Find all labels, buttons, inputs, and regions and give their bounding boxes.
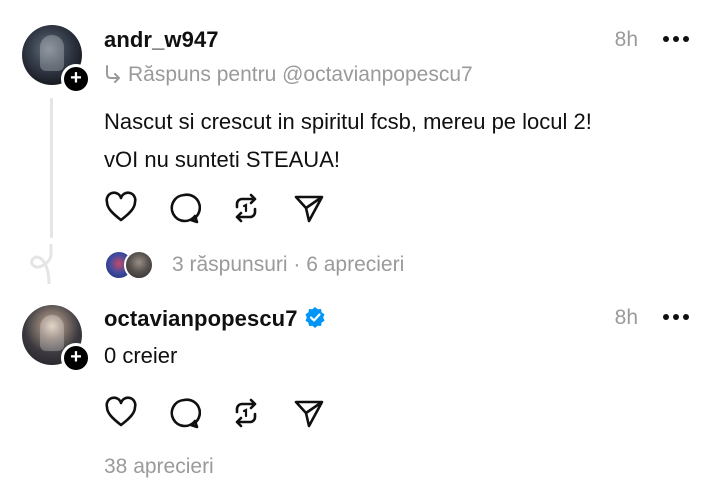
username[interactable]: andr_w947: [104, 27, 219, 53]
share-icon[interactable]: [292, 396, 326, 430]
reply-to-text: Răspuns pentru @octavianpopescu7: [128, 63, 473, 86]
post-stats[interactable]: 38 aprecieri: [104, 455, 214, 479]
follow-plus-icon[interactable]: +: [61, 64, 91, 94]
reply-to-line[interactable]: Răspuns pentru @octavianpopescu7: [104, 63, 473, 87]
post-stats[interactable]: 3 răspunsuri · 6 aprecieri: [172, 253, 404, 277]
timestamp: 8h: [614, 28, 638, 51]
heart-icon[interactable]: [104, 396, 138, 430]
reply-arrow-icon: [106, 65, 120, 83]
post-text: 0 creier: [104, 343, 178, 368]
replier-avatars[interactable]: [104, 250, 154, 280]
post-text-line2: vOI nu sunteti STEAUA!: [104, 147, 340, 172]
thread-line: [50, 98, 53, 238]
post-text-line1: Nascut si crescut in spiritul fcsb, mere…: [104, 109, 592, 134]
verified-badge-icon: [305, 307, 325, 328]
follow-plus-icon[interactable]: +: [61, 343, 91, 373]
avatar-figure: [40, 35, 64, 71]
post-text: Nascut si crescut in spiritul fcsb, mere…: [104, 105, 592, 177]
mini-avatar: [124, 250, 154, 280]
more-options-icon[interactable]: [663, 36, 689, 44]
share-icon[interactable]: [292, 191, 326, 225]
avatar-figure: [40, 315, 64, 351]
username[interactable]: octavianpopescu7: [104, 306, 326, 332]
comment-icon[interactable]: [167, 396, 201, 430]
comment-icon[interactable]: [167, 191, 201, 225]
username-text: octavianpopescu7: [104, 306, 298, 331]
thread-loop-icon: [30, 244, 53, 284]
repost-icon[interactable]: [229, 191, 263, 225]
more-options-icon[interactable]: [663, 314, 689, 322]
heart-icon[interactable]: [104, 191, 138, 225]
repost-icon[interactable]: [229, 396, 263, 430]
timestamp: 8h: [614, 306, 638, 329]
